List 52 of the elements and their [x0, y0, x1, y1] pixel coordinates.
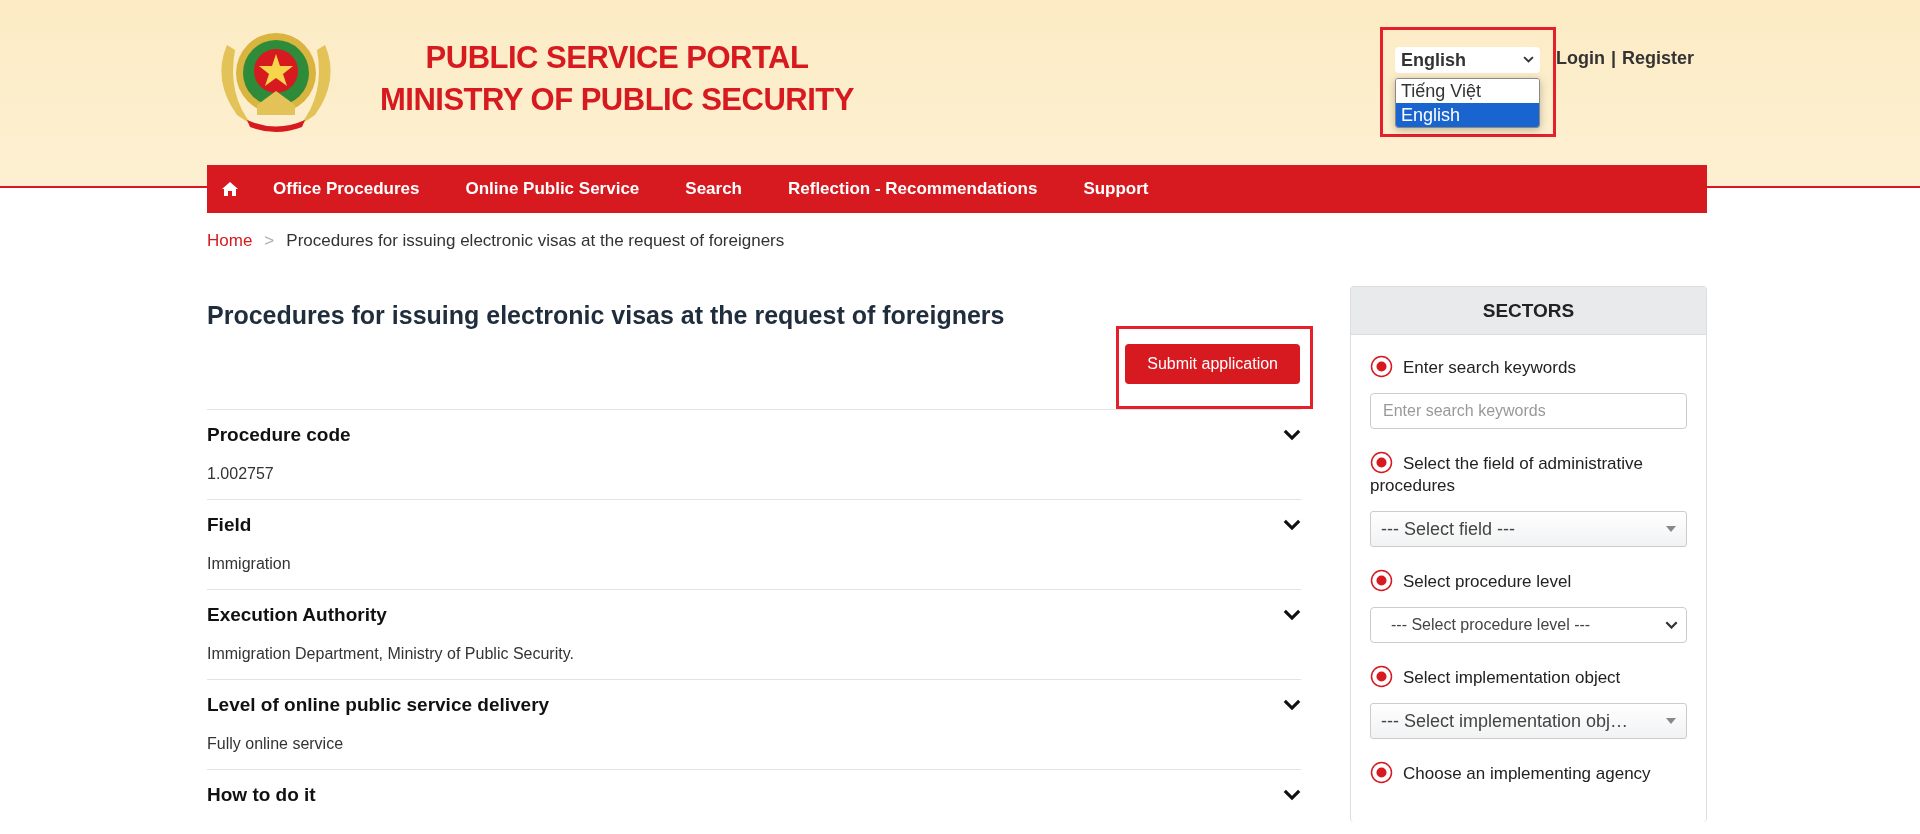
select-field[interactable]: --- Select procedure level ---: [1370, 607, 1687, 643]
chevron-down-icon: [1283, 609, 1301, 621]
portal-title: MINISTRY OF PUBLIC SECURITY: [380, 82, 854, 118]
section-value: Immigration: [207, 555, 292, 573]
breadcrumb-separator: >: [264, 231, 275, 251]
caret-icon: [1666, 718, 1676, 724]
bullet-icon: [1370, 451, 1393, 474]
bullet-icon: [1370, 355, 1393, 378]
nav-item[interactable]: Support: [1060, 179, 1172, 199]
nav-item[interactable]: Search: [662, 179, 765, 199]
section-value: Immigration Department, Ministry of Public Security.: [207, 645, 575, 663]
section-heading: Field: [207, 514, 252, 536]
section-heading: Level of online public service delivery: [207, 694, 550, 716]
chevron-down-icon: [1283, 699, 1301, 711]
filter-label: Enter search keywords: [1370, 355, 1687, 379]
section-heading: Procedure code: [207, 424, 351, 446]
submit-application-button[interactable]: Submit application: [1125, 344, 1300, 384]
chevron-down-icon: [1283, 789, 1301, 801]
bullet-icon: [1370, 665, 1393, 688]
filter-label: Choose an implementing agency: [1370, 761, 1687, 785]
home-icon: [222, 182, 238, 196]
select-field[interactable]: --- Select field ---: [1370, 511, 1687, 547]
page-title: Procedures for issuing electronic visas at the request of foreigners: [207, 301, 1006, 330]
select-field[interactable]: --- Select implementation obj…: [1370, 703, 1687, 739]
filter-label: Select the field of administrative procedures: [1370, 451, 1687, 497]
chevron-down-icon: [1283, 519, 1301, 531]
section-heading: Execution Authority: [207, 604, 387, 626]
section-value: Fully online service: [207, 735, 345, 753]
filter-label: Select procedure level: [1370, 569, 1687, 593]
section-value: 1.002757: [207, 465, 275, 483]
nav-item[interactable]: Reflection - Recommendations: [765, 179, 1061, 199]
bullet-icon: [1370, 761, 1393, 784]
search-keywords-field[interactable]: Enter search keywords: [1370, 393, 1687, 429]
section-heading: How to do it: [207, 784, 316, 806]
login-link[interactable]: Login: [1555, 48, 1605, 69]
language-select[interactable]: English: [1394, 47, 1540, 73]
breadcrumb-home-link[interactable]: Home: [207, 231, 253, 251]
filter-label: Select implementation object: [1370, 665, 1687, 689]
nav-item[interactable]: Online Public Service: [442, 179, 663, 199]
bullet-icon: [1370, 569, 1393, 592]
nav-item[interactable]: Office Procedures: [250, 179, 443, 199]
portal-title: PUBLIC SERVICE PORTAL: [425, 40, 809, 76]
chevron-down-icon: [1283, 429, 1301, 441]
language-option[interactable]: English: [1395, 103, 1539, 127]
panel-title: SECTORS: [1351, 287, 1706, 335]
register-link[interactable]: Register: [1621, 48, 1694, 69]
chevron-down-icon: [1665, 620, 1678, 630]
chevron-down-icon: [1522, 56, 1534, 64]
separator-text: |: [1610, 48, 1616, 69]
language-option[interactable]: Tiếng Việt: [1395, 79, 1539, 103]
breadcrumb-current: Procedures for issuing electronic visas at the request of foreigners: [286, 231, 785, 251]
caret-icon: [1666, 526, 1676, 532]
